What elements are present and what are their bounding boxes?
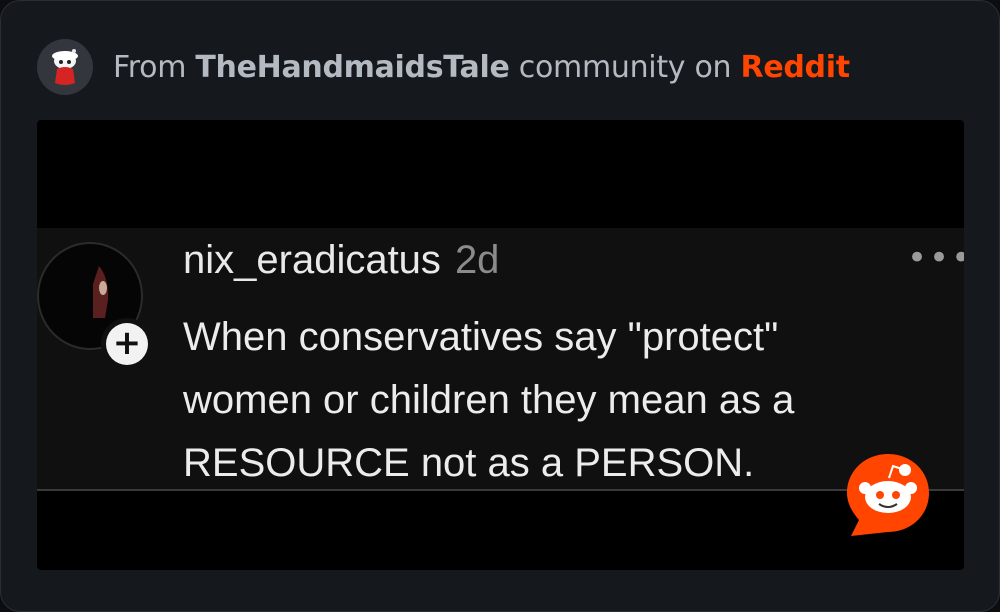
post-screenshot-image[interactable]: + nix_eradicatus 2d ••• When conservative… — [37, 120, 964, 570]
comment-author: nix_eradicatus 2d — [183, 238, 499, 283]
comment-divider — [37, 489, 964, 491]
username[interactable]: nix_eradicatus — [183, 238, 441, 282]
reddit-snoo-icon — [843, 450, 933, 544]
source-attribution: From TheHandmaidsTale community on Reddi… — [113, 50, 850, 85]
more-options-icon[interactable]: ••• — [907, 241, 964, 275]
reddit-embed-card[interactable]: From TheHandmaidsTale community on Reddi… — [0, 0, 1000, 612]
reddit-brand-link[interactable]: Reddit — [741, 50, 851, 85]
comment-text: When conservatives say "protect" women o… — [183, 315, 795, 485]
plus-icon: + — [106, 323, 148, 365]
handmaid-snoo-icon — [52, 49, 78, 85]
source-prefix: From — [113, 49, 187, 85]
community-name-link[interactable]: TheHandmaidsTale — [195, 50, 509, 85]
community-avatar-icon[interactable] — [37, 39, 93, 95]
source-middle: community on — [518, 49, 732, 85]
post-age: 2d — [454, 238, 500, 282]
follow-plus-button[interactable]: + — [101, 318, 153, 370]
card-header: From TheHandmaidsTale community on Reddi… — [37, 37, 957, 97]
